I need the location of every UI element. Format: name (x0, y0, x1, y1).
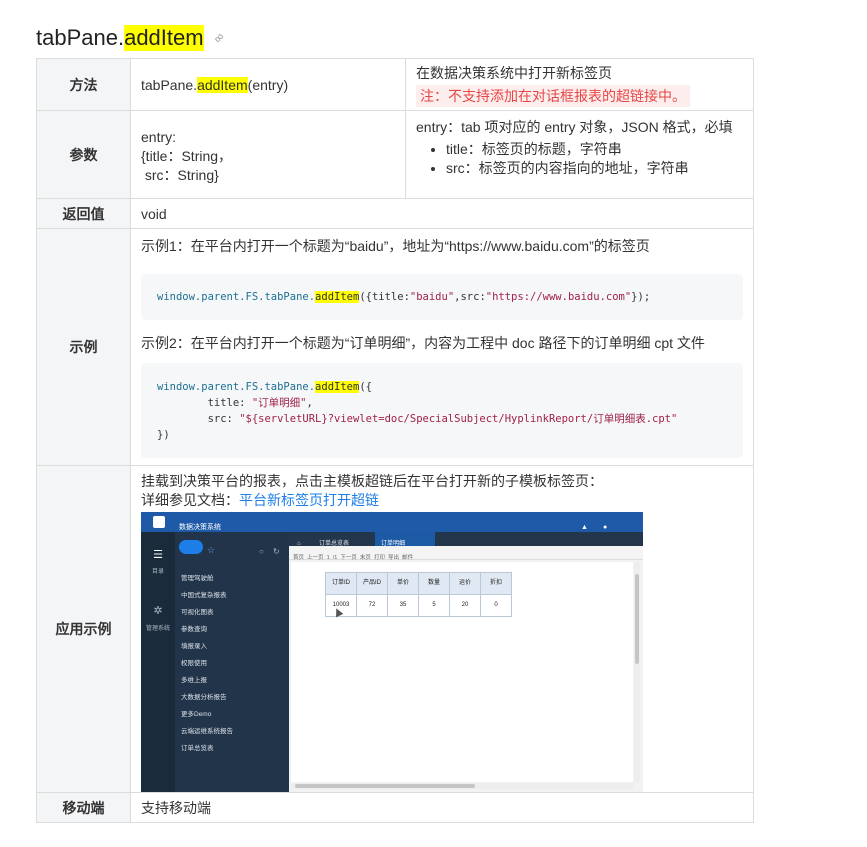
rail-label-admin: 管理系统 (145, 626, 170, 632)
screenshot-header: 数据决策系统 ▲ ● (141, 512, 643, 532)
api-table: 方法 tabPane.addItem(entry) 在数据决策系统中打开新标签页… (36, 58, 754, 823)
code-text: }); (631, 291, 651, 303)
usage-cell: 挂载到决策平台的报表，点击主模板超链后在平台打开新的子模板标签页： 详细参见文档… (130, 465, 754, 793)
usage-text: 挂载到决策平台的报表，点击主模板超链后在平台打开新的子模板标签页： (141, 473, 603, 489)
settings-icon: ✲ (153, 605, 163, 617)
search-icon: ○ (259, 547, 264, 556)
vertical-scrollbar (634, 562, 640, 782)
report-table: 订单ID 产品ID 单价 数量 运价 折扣 10003 72 35 5 20 0 (325, 572, 512, 617)
code-highlight: addItem (315, 291, 360, 303)
table-row: 订单ID 产品ID 单价 数量 运价 折扣 (325, 572, 512, 595)
method-signature: tabPane.addItem(entry) (130, 58, 406, 111)
screenshot-tab-active: 订单明细 (375, 532, 435, 547)
table-header: 折扣 (480, 572, 512, 595)
params-desc-text: entry：tab 项对应的 entry 对象，JSON 格式，必填 (416, 119, 733, 135)
method-desc-text: 在数据决策系统中打开新标签页 (416, 64, 612, 81)
screenshot-sidebar: ☆ ○ ↻ 管理驾驶舱 中国式复杂报表 可视化图表 参数查询 填报录入 权限使用… (175, 532, 289, 792)
refresh-icon: ↻ (273, 547, 280, 556)
row-label-usage: 应用示例 (36, 465, 131, 793)
row-label-params: 参数 (36, 110, 131, 199)
list-mode-button (179, 540, 203, 554)
code-text: , (306, 397, 313, 409)
star-icon: ☆ (207, 545, 216, 555)
params-description: entry：tab 项对应的 entry 对象，JSON 格式，必填 title… (405, 110, 754, 199)
app-screenshot: 数据决策系统 ▲ ● ☰ 目录 ✲ 管理系统 ☆ ○ ↻ 管理驾驶舱 中国式复杂… (141, 512, 643, 792)
home-icon: ⌂ (297, 541, 301, 547)
horizontal-scrollbar (291, 783, 634, 789)
usage-doc-line: 详细参见文档：平台新标签页打开超链 (141, 491, 743, 510)
code-text: }) (157, 429, 170, 441)
table-header: 运价 (449, 572, 481, 595)
rail-label-catalog: 目录 (151, 569, 164, 575)
code-text: title: (157, 397, 252, 409)
table-row-usage: 应用示例 挂载到决策平台的报表，点击主模板超链后在平台打开新的子模板标签页： 详… (36, 465, 754, 793)
example-cell: 示例1：在平台内打开一个标题为“baidu”，地址为“https://www.b… (130, 228, 754, 466)
screenshot-toolbar: 首页 上一页 1 /1 下一页 末页 打印 导出 邮件 (289, 546, 643, 561)
list-item: title：标签页的标题，字符串 (446, 140, 743, 159)
row-label-mobile: 移动端 (36, 792, 131, 823)
table-header: 数量 (418, 572, 450, 595)
example-1-text: 示例1：在平台内打开一个标题为“baidu”，地址为“https://www.b… (141, 238, 650, 254)
params-list: title：标签页的标题，字符串 src：标签页的内容指向的地址，字符串 (416, 140, 743, 178)
table-row-params: 参数 entry: {title：String， src：String} ent… (36, 110, 754, 199)
params-signature: entry: {title：String， src：String} (130, 110, 406, 199)
mobile-value: 支持移动端 (130, 792, 754, 823)
code-text: src: (157, 413, 240, 425)
params-line-3: src：String} (141, 167, 219, 183)
row-label-returns: 返回值 (36, 198, 131, 229)
sidebar-item: 订单总览表 (181, 745, 214, 752)
table-row-returns: 返回值 void (36, 198, 754, 229)
screenshot-tabs: ⌂ 订单总览表 订单明细 (289, 532, 643, 547)
method-note: 注：不支持添加在对话框报表的超链接中。 (416, 84, 690, 107)
table-cell: 72 (356, 594, 388, 617)
row-label-method: 方法 (36, 58, 131, 111)
row-label-example: 示例 (36, 228, 131, 466)
sig-suffix: (entry) (247, 76, 289, 93)
returns-value: void (130, 198, 754, 229)
table-row-method: 方法 tabPane.addItem(entry) 在数据决策系统中打开新标签页… (36, 58, 754, 111)
table-header: 订单ID (325, 572, 357, 595)
screenshot-rail: ☰ 目录 ✲ 管理系统 (141, 532, 175, 792)
screenshot-content: 订单ID 产品ID 单价 数量 运价 折扣 10003 72 35 5 20 0 (291, 562, 633, 782)
anchor-link-icon[interactable]: ∞ (210, 29, 227, 46)
example-2-code: window.parent.FS.tabPane.addItem({ title… (141, 363, 743, 458)
table-cell: 0 (480, 594, 512, 617)
example-2-text: 示例2：在平台内打开一个标题为“订单明细”，内容为工程中 doc 路径下的订单明… (141, 335, 705, 351)
code-string: "订单明细" (251, 397, 307, 409)
table-cell: 20 (449, 594, 481, 617)
table-row-example: 示例 示例1：在平台内打开一个标题为“baidu”，地址为“https://ww… (36, 228, 754, 466)
method-description: 在数据决策系统中打开新标签页 注：不支持添加在对话框报表的超链接中。 (405, 58, 754, 111)
table-header: 单价 (387, 572, 419, 595)
app-logo-icon (153, 516, 165, 528)
table-row-mobile: 移动端 支持移动端 (36, 792, 754, 823)
code-string: "${servletURL}?viewlet=doc/SpecialSubjec… (239, 413, 678, 425)
usage-doc-link[interactable]: 平台新标签页打开超链 (239, 492, 379, 508)
sig-highlight: addItem (197, 76, 248, 93)
table-cell: 35 (387, 594, 419, 617)
title-prefix: tabPane. (36, 24, 125, 50)
title-highlight: addItem (124, 24, 204, 51)
code-text: ,src: (454, 291, 486, 303)
code-string: "baidu" (409, 291, 455, 303)
screenshot-tab: 订单总览表 (319, 541, 350, 547)
table-header: 产品ID (356, 572, 388, 595)
params-line-2: {title：String， (141, 148, 233, 164)
code-string: "https://www.baidu.com" (485, 291, 632, 303)
code-highlight: addItem (315, 381, 360, 393)
code-fn: window.parent.FS.tabPane. (157, 291, 316, 303)
list-item: src：标签页的内容指向的地址，字符串 (446, 159, 743, 178)
code-text: ({ (359, 381, 372, 393)
params-line-1: entry: (141, 129, 177, 145)
example-1-code: window.parent.FS.tabPane.addItem({title:… (141, 274, 743, 320)
scroll-thumb (635, 574, 639, 664)
scroll-thumb (295, 784, 475, 788)
table-row: 10003 72 35 5 20 0 (325, 594, 512, 617)
sig-prefix: tabPane. (141, 76, 198, 93)
code-fn: window.parent.FS.tabPane. (157, 381, 316, 393)
code-text: ({title: (359, 291, 410, 303)
page-title: tabPane. addItem ∞ (36, 24, 227, 51)
usage-doc-prefix: 详细参见文档： (141, 492, 239, 508)
table-cell: 5 (418, 594, 450, 617)
